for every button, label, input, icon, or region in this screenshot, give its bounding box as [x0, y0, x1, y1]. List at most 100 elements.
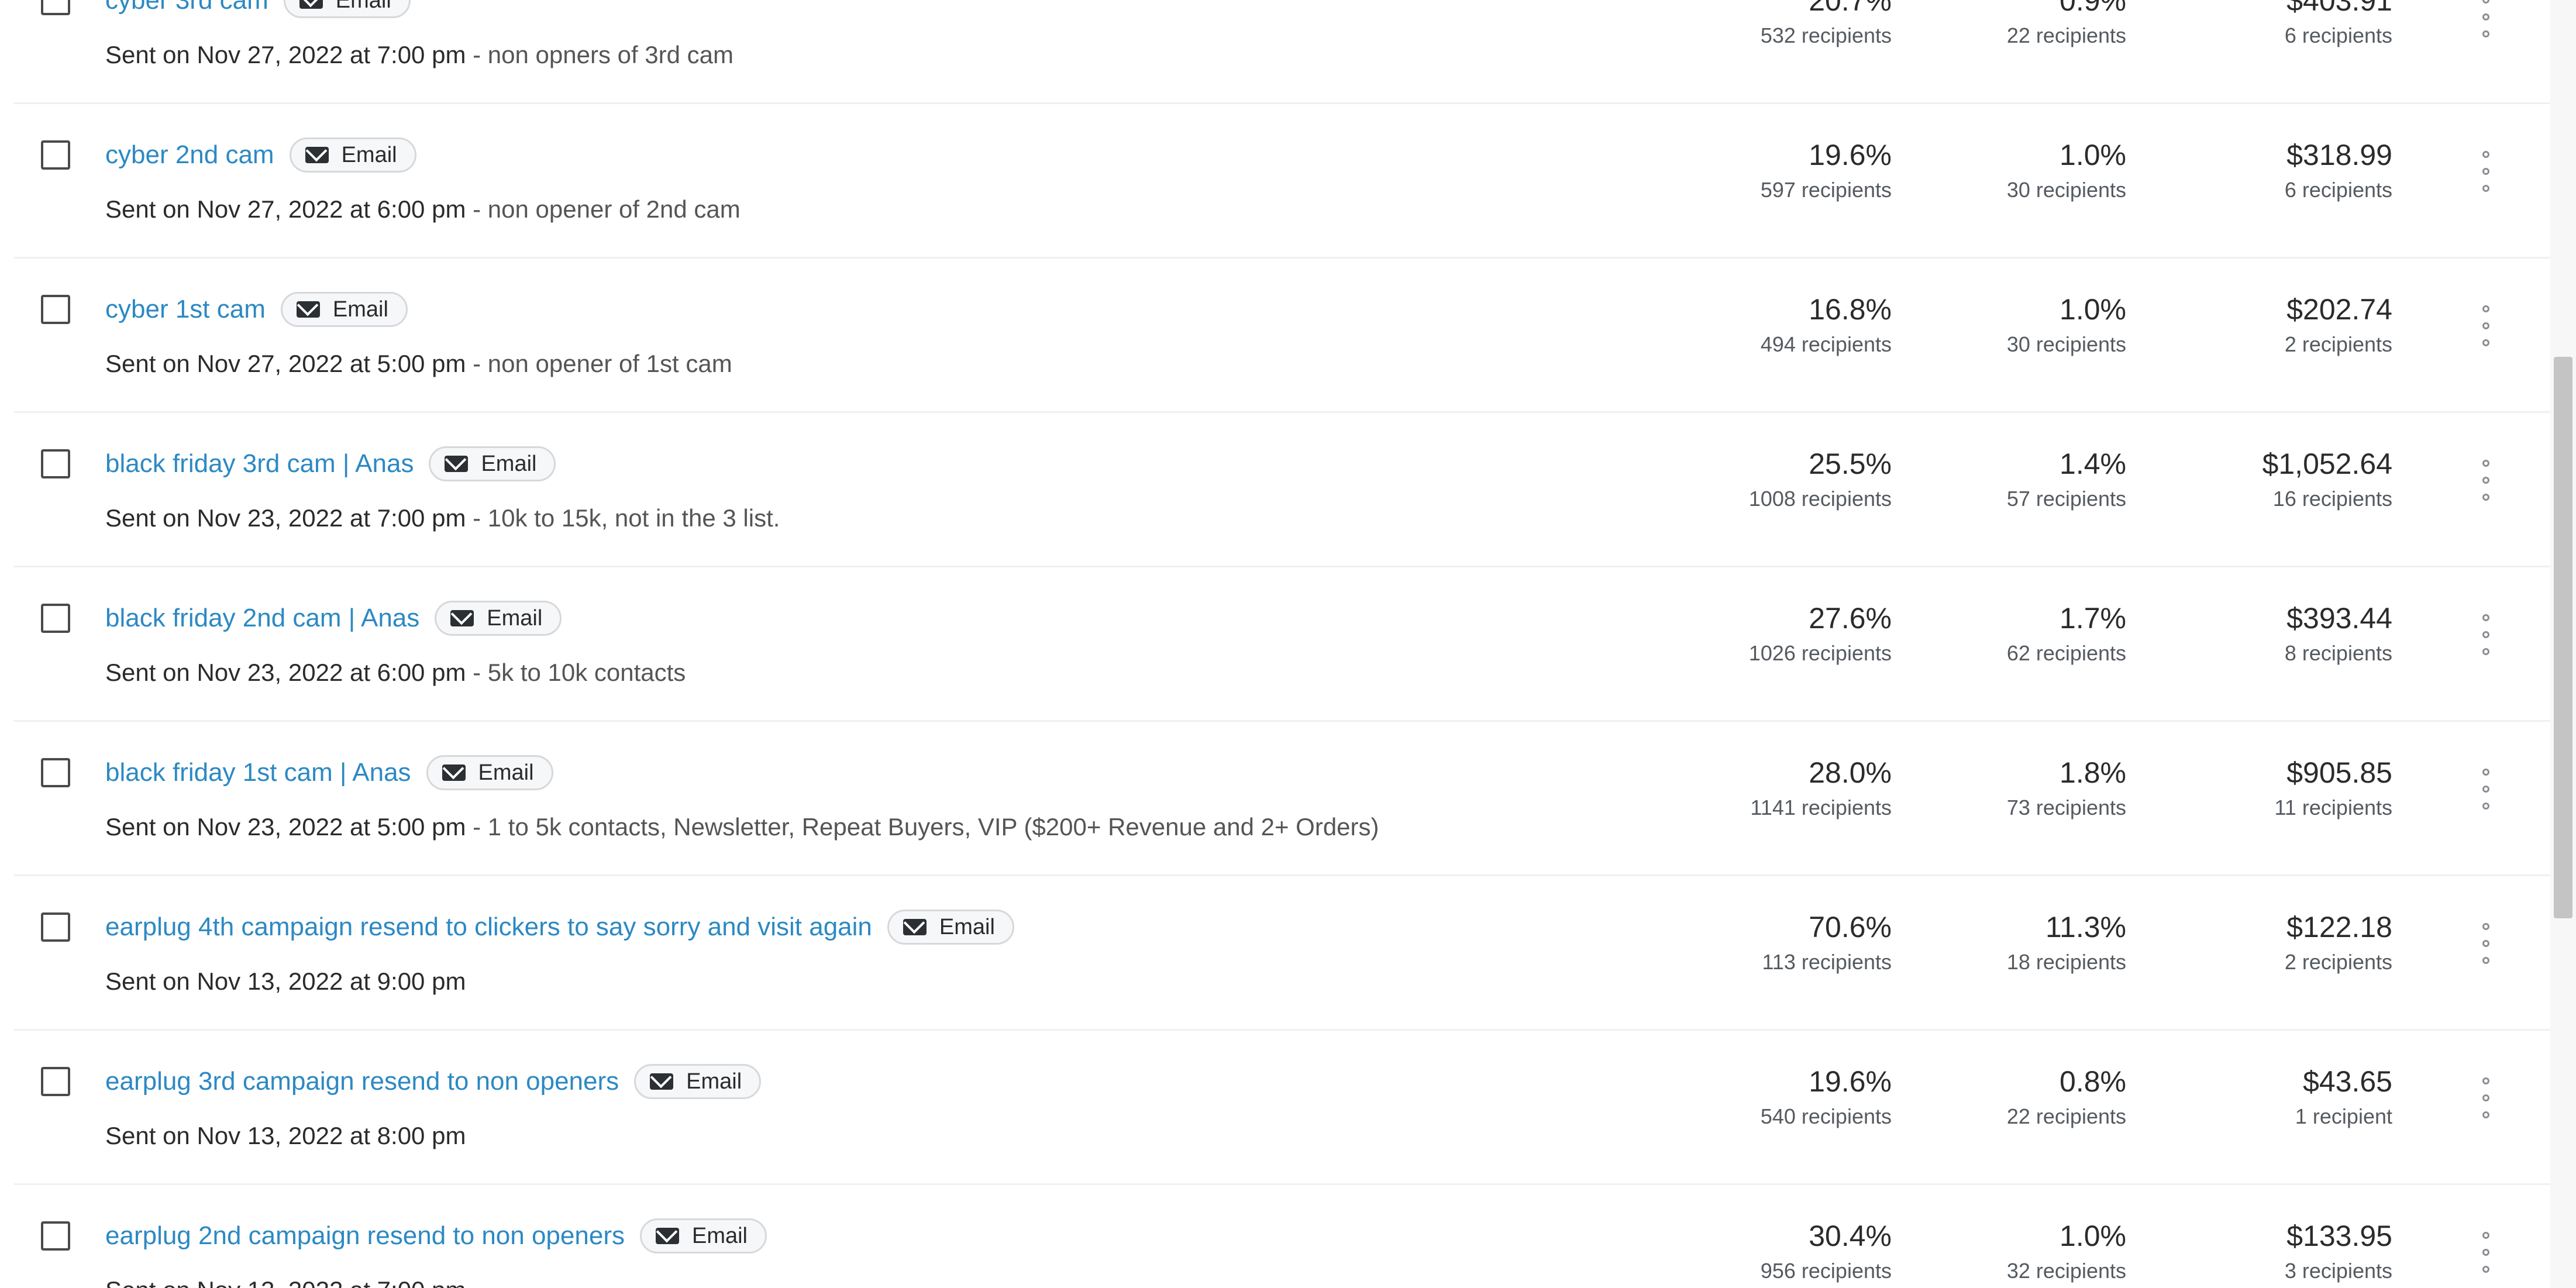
more-vertical-icon[interactable]: [2477, 1232, 2495, 1273]
revenue: $905.85: [2286, 756, 2392, 789]
click-rate: 11.3%: [2045, 911, 2126, 943]
open-rate-cell: 16.8% 494 recipients: [1658, 289, 1892, 359]
open-recipients: 532 recipients: [1760, 23, 1892, 47]
scrollbar-track[interactable]: [2550, 0, 2576, 1288]
campaign-name-link[interactable]: earplug 4th campaign resend to clickers …: [105, 912, 872, 942]
revenue-recipients: 3 recipients: [2284, 1259, 2392, 1283]
more-vertical-icon[interactable]: [2477, 460, 2495, 501]
revenue-recipients: 16 recipients: [2272, 487, 2392, 511]
channel-badge: Email: [426, 755, 553, 790]
row-checkbox[interactable]: [41, 295, 70, 324]
click-recipients: 22 recipients: [2006, 23, 2126, 47]
campaign-name-link[interactable]: cyber 2nd cam: [105, 140, 274, 170]
campaign-row: earplug 2nd campaign resend to non opene…: [0, 1185, 2550, 1288]
campaign-row: black friday 2nd cam | Anas Email Sent o…: [0, 567, 2550, 722]
row-checkbox[interactable]: [41, 449, 70, 478]
campaign-meta: Sent on Nov 27, 2022 at 5:00 pm - non op…: [105, 346, 732, 381]
row-checkbox[interactable]: [41, 758, 70, 787]
channel-label: Email: [939, 914, 995, 939]
channel-badge: Email: [634, 1064, 762, 1099]
open-rate: 25.5%: [1809, 447, 1892, 480]
campaign-name-link[interactable]: cyber 1st cam: [105, 295, 266, 324]
open-rate-cell: 25.5% 1008 recipients: [1658, 443, 1892, 514]
revenue: $318.99: [2286, 139, 2392, 171]
more-vertical-icon[interactable]: [2477, 151, 2495, 192]
campaign-meta: Sent on Nov 23, 2022 at 6:00 pm - 5k to …: [105, 655, 686, 690]
click-rate-cell: 1.0% 30 recipients: [1927, 289, 2126, 359]
campaign-meta: Sent on Nov 27, 2022 at 6:00 pm - non op…: [105, 192, 741, 227]
campaign-description: 1 to 5k contacts, Newsletter, Repeat Buy…: [487, 813, 1379, 841]
open-rate: 16.8%: [1809, 293, 1892, 326]
more-vertical-icon[interactable]: [2477, 0, 2495, 37]
click-recipients: 22 recipients: [2006, 1104, 2126, 1128]
open-rate-cell: 27.6% 1026 recipients: [1658, 598, 1892, 668]
campaign-row: cyber 3rd cam Email Sent on Nov 27, 2022…: [0, 0, 2550, 104]
channel-badge: Email: [280, 292, 408, 327]
campaign-name-link[interactable]: earplug 2nd campaign resend to non opene…: [105, 1221, 625, 1251]
open-rate: 27.6%: [1809, 602, 1892, 635]
click-rate: 0.9%: [2060, 0, 2126, 17]
revenue-recipients: 11 recipients: [2274, 795, 2392, 819]
sent-date: Sent on Nov 23, 2022 at 6:00 pm: [105, 659, 466, 686]
click-rate: 1.0%: [2060, 293, 2126, 326]
channel-label: Email: [478, 760, 534, 785]
separator: -: [473, 813, 481, 841]
click-rate-cell: 0.9% 22 recipients: [1927, 0, 2126, 50]
campaign-row: cyber 2nd cam Email Sent on Nov 27, 2022…: [0, 104, 2550, 259]
revenue: $403.91: [2286, 0, 2392, 17]
row-checkbox[interactable]: [41, 1067, 70, 1096]
more-vertical-icon[interactable]: [2477, 769, 2495, 810]
revenue-recipients: 6 recipients: [2284, 178, 2392, 202]
row-checkbox[interactable]: [41, 912, 70, 942]
separator: -: [473, 41, 481, 68]
campaign-row: cyber 1st cam Email Sent on Nov 27, 2022…: [0, 259, 2550, 413]
campaign-meta: Sent on Nov 23, 2022 at 7:00 pm - 10k to…: [105, 501, 780, 536]
more-vertical-icon[interactable]: [2477, 923, 2495, 964]
campaign-title-line: earplug 3rd campaign resend to non opene…: [105, 1061, 762, 1102]
revenue: $393.44: [2286, 602, 2392, 635]
more-vertical-icon[interactable]: [2477, 1077, 2495, 1118]
click-recipients: 57 recipients: [2006, 487, 2126, 511]
campaign-name-link[interactable]: black friday 2nd cam | Anas: [105, 604, 419, 633]
campaign-name-link[interactable]: black friday 3rd cam | Anas: [105, 449, 414, 478]
row-checkbox[interactable]: [41, 1221, 70, 1251]
open-rate-cell: 20.7% 532 recipients: [1658, 0, 1892, 50]
campaign-name-link[interactable]: cyber 3rd cam: [105, 0, 268, 15]
campaign-name-link[interactable]: black friday 1st cam | Anas: [105, 758, 411, 787]
separator: -: [473, 659, 481, 686]
revenue-recipients: 1 recipient: [2295, 1104, 2392, 1128]
more-vertical-icon[interactable]: [2477, 614, 2495, 655]
mail-icon: [299, 0, 323, 9]
row-checkbox[interactable]: [41, 0, 70, 15]
click-recipients: 30 recipients: [2006, 332, 2126, 356]
click-recipients: 62 recipients: [2006, 641, 2126, 665]
campaign-meta: Sent on Nov 23, 2022 at 5:00 pm - 1 to 5…: [105, 810, 1379, 845]
revenue: $122.18: [2286, 911, 2392, 943]
campaign-row: earplug 4th campaign resend to clickers …: [0, 876, 2550, 1031]
scrollbar-thumb[interactable]: [2554, 357, 2572, 918]
click-rate: 1.4%: [2060, 447, 2126, 480]
click-rate: 1.7%: [2060, 602, 2126, 635]
row-checkbox[interactable]: [41, 604, 70, 633]
revenue-recipients: 6 recipients: [2284, 23, 2392, 47]
click-recipients: 30 recipients: [2006, 178, 2126, 202]
channel-label: Email: [481, 451, 537, 476]
open-recipients: 1141 recipients: [1750, 795, 1892, 819]
campaign-title-line: earplug 4th campaign resend to clickers …: [105, 907, 1014, 948]
revenue-cell: $905.85 11 recipients: [2147, 752, 2392, 822]
mail-icon: [655, 1228, 679, 1244]
campaign-description: 10k to 15k, not in the 3 list.: [487, 504, 780, 532]
campaign-name-link[interactable]: earplug 3rd campaign resend to non opene…: [105, 1067, 619, 1096]
campaign-title-line: black friday 1st cam | Anas Email: [105, 752, 553, 793]
open-recipients: 540 recipients: [1760, 1104, 1892, 1128]
row-checkbox[interactable]: [41, 140, 70, 170]
open-rate: 30.4%: [1809, 1220, 1892, 1252]
open-rate-cell: 70.6% 113 recipients: [1658, 907, 1892, 977]
channel-badge: Email: [429, 446, 556, 481]
open-rate: 19.6%: [1809, 139, 1892, 171]
campaign-description: non opners of 3rd cam: [487, 41, 734, 68]
separator: -: [473, 350, 481, 377]
mail-icon: [450, 610, 474, 626]
more-vertical-icon[interactable]: [2477, 305, 2495, 346]
channel-label: Email: [487, 605, 543, 631]
